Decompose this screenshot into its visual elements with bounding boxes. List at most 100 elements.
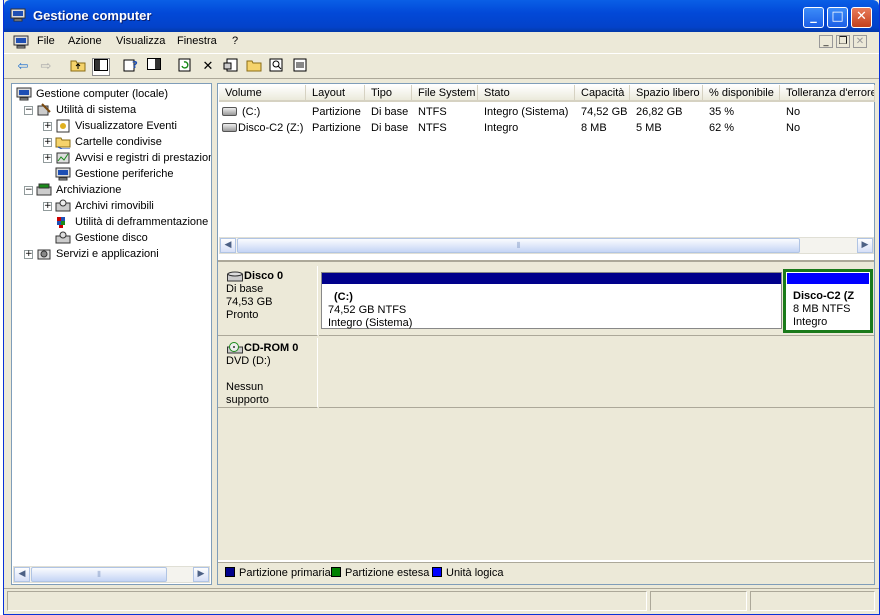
up-folder-icon[interactable] <box>69 58 87 76</box>
column-header-capacita[interactable]: Capacità <box>575 85 630 102</box>
menu-help[interactable]: ? <box>232 35 238 47</box>
status-bar <box>4 588 879 612</box>
status-pane-2 <box>650 591 747 611</box>
console-tree: Gestione computer (locale) − Utilità di … <box>11 83 212 585</box>
open-icon[interactable] <box>245 58 263 76</box>
volume-list-horizontal-scrollbar[interactable]: ◀ ⦀ ▶ <box>219 237 874 254</box>
column-header-stato[interactable]: Stato <box>478 85 575 102</box>
graphical-disk-view: Disco 0 Di base 74,53 GB Pronto (C:) 74,… <box>218 260 874 560</box>
storage-icon <box>36 183 52 196</box>
table-row[interactable]: (C:) Partizione Di base NTFS Integro (Si… <box>218 104 874 120</box>
expand-icon[interactable]: + <box>43 202 52 211</box>
column-header-disponibile[interactable]: % disponibile <box>703 85 780 102</box>
column-header-spazio-libero[interactable]: Spazio libero <box>630 85 703 102</box>
expand-icon[interactable]: + <box>43 122 52 131</box>
cdrom-0-label[interactable]: CD-ROM 0 DVD (D:) Nessun supporto <box>218 338 318 408</box>
tree-item-label: Archiviazione <box>56 184 122 196</box>
window-title: Gestione computer <box>33 8 152 23</box>
partition-primary-bar <box>322 273 781 284</box>
menu-azione[interactable]: Azione <box>68 35 102 47</box>
disk-0-label[interactable]: Disco 0 Di base 74,53 GB Pronto <box>218 266 318 336</box>
column-header-tipo[interactable]: Tipo <box>365 85 412 102</box>
details-pane: Volume Layout Tipo File System Stato Cap… <box>217 83 875 585</box>
legend-logical: Unità logica <box>432 567 503 579</box>
tree-item-label: Gestione periferiche <box>75 168 174 180</box>
hard-drive-icon <box>222 123 237 132</box>
tree-item-label: Archivi rimovibili <box>75 200 154 212</box>
scroll-left-button[interactable]: ◀ <box>14 567 30 582</box>
search-icon[interactable] <box>268 58 286 76</box>
legend: Partizione primaria Partizione estesa Un… <box>218 562 874 584</box>
scroll-thumb[interactable]: ⦀ <box>237 238 800 253</box>
properties-pane-icon[interactable] <box>145 58 163 76</box>
tools-icon <box>37 103 51 116</box>
maximize-icon: □ <box>831 9 844 24</box>
scroll-left-button[interactable]: ◀ <box>220 238 236 253</box>
cdrom-icon <box>227 342 243 354</box>
refresh-icon[interactable] <box>176 58 194 76</box>
close-button[interactable]: ✕ <box>851 7 872 28</box>
show-hide-tree-icon[interactable] <box>92 58 110 76</box>
maximize-button[interactable]: □ <box>827 7 848 28</box>
cell-tipo: Di base <box>371 122 409 134</box>
mdi-minimize-button[interactable]: _ <box>819 35 833 48</box>
collapse-icon[interactable]: − <box>24 186 33 195</box>
partition-size: 74,52 GB NTFS <box>328 304 407 316</box>
expand-icon[interactable]: + <box>43 138 52 147</box>
legend-label: Unità logica <box>446 567 504 579</box>
svg-text:?: ? <box>132 60 138 71</box>
cell-file-system: NTFS <box>418 122 447 134</box>
scroll-thumb[interactable]: ⦀ <box>31 567 167 582</box>
column-header-file-system[interactable]: File System <box>412 85 478 102</box>
cell-tolleranza: No <box>786 106 801 118</box>
shared-folder-icon <box>55 137 71 149</box>
disk-type: DVD (D:) <box>226 355 271 367</box>
cell-layout: Partizione <box>312 106 361 118</box>
menu-visualizza[interactable]: Visualizza <box>116 35 165 47</box>
properties-icon[interactable] <box>222 58 240 76</box>
minimize-button[interactable]: _ <box>803 7 824 28</box>
tree-item-label: Cartelle condivise <box>75 136 162 148</box>
cell-volume: Disco-C2 (Z:) <box>238 122 304 134</box>
partition-status: Integro (Sistema) <box>328 317 413 329</box>
table-row[interactable]: Disco-C2 (Z:) Partizione Di base NTFS In… <box>218 120 874 136</box>
legend-primary: Partizione primaria <box>225 567 331 579</box>
close-icon: ✕ <box>856 9 867 24</box>
title-bar[interactable]: Gestione computer _ □ ✕ <box>4 0 879 32</box>
cell-stato: Integro <box>484 122 519 134</box>
status-pane-3 <box>750 591 875 611</box>
scroll-right-button[interactable]: ▶ <box>857 238 873 253</box>
tree-item-label: Visualizzatore Eventi <box>75 120 177 132</box>
partition-logical-bar <box>787 273 869 284</box>
column-header-layout[interactable]: Layout <box>306 85 365 102</box>
mdi-close-button[interactable]: ✕ <box>853 35 867 48</box>
tree-horizontal-scrollbar[interactable]: ◀ ⦀ ▶ <box>13 566 210 583</box>
scroll-right-button[interactable]: ▶ <box>193 567 209 582</box>
column-header-volume[interactable]: Volume <box>219 85 306 102</box>
forward-arrow-icon[interactable]: ⇨ <box>37 58 55 76</box>
expand-icon[interactable]: + <box>24 250 33 259</box>
minimize-icon: _ <box>810 9 817 24</box>
console-icon[interactable] <box>13 35 29 49</box>
cell-tipo: Di base <box>371 106 409 118</box>
computer-management-icon <box>10 8 26 22</box>
delete-icon[interactable]: ✕ <box>199 58 217 76</box>
expand-icon[interactable]: + <box>43 154 52 163</box>
menu-finestra[interactable]: Finestra <box>177 35 217 47</box>
services-icon <box>37 249 51 260</box>
disk-status: Pronto <box>226 309 259 321</box>
back-arrow-icon[interactable]: ⇦ <box>14 58 32 76</box>
tree-item-label: Utilità di deframmentazione dischi <box>75 216 211 228</box>
menu-file[interactable]: File <box>37 35 55 47</box>
legend-label: Partizione primaria <box>239 567 331 579</box>
column-header-tolleranza[interactable]: Tolleranza d'errore <box>780 85 875 102</box>
mdi-restore-button[interactable]: ❐ <box>836 35 850 48</box>
disk-type: Di base <box>226 283 264 295</box>
disk-0-partitions: (C:) 74,52 GB NTFS Integro (Sistema) Dis… <box>319 266 874 336</box>
help-icon[interactable]: ? <box>122 58 140 76</box>
partition-z-selected[interactable]: Disco-C2 (Z 8 MB NTFS Integro <box>783 269 873 333</box>
partition-c[interactable]: (C:) 74,52 GB NTFS Integro (Sistema) <box>321 272 782 329</box>
performance-logs-icon <box>56 152 70 164</box>
collapse-icon[interactable]: − <box>24 106 33 115</box>
help-topics-icon[interactable] <box>291 58 309 76</box>
